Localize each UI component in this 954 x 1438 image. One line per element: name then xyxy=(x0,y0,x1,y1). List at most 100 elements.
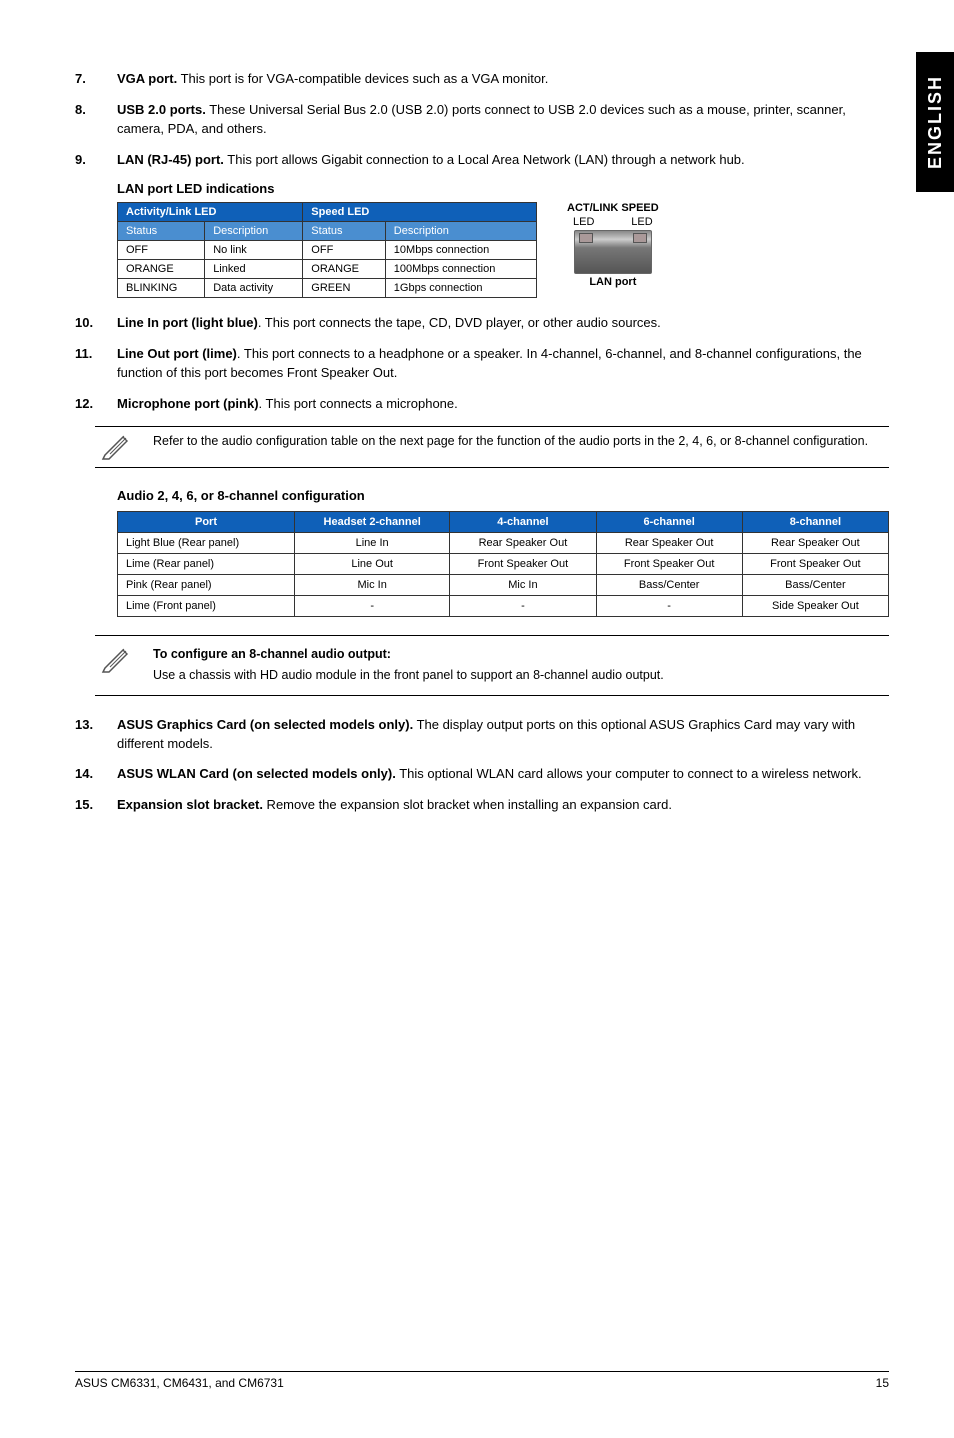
cell: Front Speaker Out xyxy=(742,553,888,574)
item-body: LAN (RJ-45) port. This port allows Gigab… xyxy=(117,151,889,170)
table-row: Activity/Link LEDSpeed LED xyxy=(118,203,537,222)
cell: ORANGE xyxy=(303,260,386,279)
item-text: This port allows Gigabit connection to a… xyxy=(224,152,745,167)
cell: Lime (Rear panel) xyxy=(118,553,295,574)
note-text: To configure an 8-channel audio output: … xyxy=(153,646,664,685)
led-header-activity: Activity/Link LED xyxy=(118,203,303,222)
cell: Bass/Center xyxy=(742,574,888,595)
footer-left: ASUS CM6331, CM6431, and CM6731 xyxy=(75,1376,284,1390)
cell: OFF xyxy=(118,241,205,260)
page-number: 15 xyxy=(876,1376,889,1390)
item-body: Microphone port (pink). This port connec… xyxy=(117,395,889,414)
item-body: ASUS WLAN Card (on selected models only)… xyxy=(117,765,889,784)
table-row: BLINKINGData activityGREEN1Gbps connecti… xyxy=(118,279,537,298)
item-body: Line In port (light blue). This port con… xyxy=(117,314,889,333)
table-row: StatusDescriptionStatusDescription xyxy=(118,222,537,241)
item-number: 14. xyxy=(75,765,117,784)
table-row: Lime (Front panel)---Side Speaker Out xyxy=(118,595,889,616)
item-text: These Universal Serial Bus 2.0 (USB 2.0)… xyxy=(117,102,846,136)
cell: - xyxy=(596,595,742,616)
cell: Data activity xyxy=(205,279,303,298)
cell: 10Mbps connection xyxy=(385,241,536,260)
led-subheader: Description xyxy=(385,222,536,241)
led-subheader: Status xyxy=(118,222,205,241)
cell: Front Speaker Out xyxy=(596,553,742,574)
led-subheader: Status xyxy=(303,222,386,241)
audio-title: Audio 2, 4, 6, or 8-channel configuratio… xyxy=(117,488,889,503)
audio-table: PortHeadset 2-channel4-channel6-channel8… xyxy=(117,511,889,617)
item-lead: Line In port (light blue) xyxy=(117,315,258,330)
note-box: Refer to the audio configuration table o… xyxy=(95,426,889,468)
list-item: 11.Line Out port (lime). This port conne… xyxy=(75,345,889,383)
list-item: 13.ASUS Graphics Card (on selected model… xyxy=(75,716,889,754)
item-text: . This port connects the tape, CD, DVD p… xyxy=(258,315,661,330)
list-item: 7.VGA port. This port is for VGA-compati… xyxy=(75,70,889,89)
header: Headset 2-channel xyxy=(294,511,449,532)
led-title: LAN port LED indications xyxy=(117,181,889,196)
diagram-led-labels: LEDLED xyxy=(567,216,659,228)
led-table: Activity/Link LEDSpeed LED StatusDescrip… xyxy=(117,202,537,298)
item-number: 12. xyxy=(75,395,117,414)
cell: Light Blue (Rear panel) xyxy=(118,532,295,553)
table-row: Light Blue (Rear panel)Line InRear Speak… xyxy=(118,532,889,553)
item-body: Line Out port (lime). This port connects… xyxy=(117,345,889,383)
item-number: 15. xyxy=(75,796,117,815)
list-item: 10.Line In port (light blue). This port … xyxy=(75,314,889,333)
note-box: To configure an 8-channel audio output: … xyxy=(95,635,889,696)
cell: Mic In xyxy=(450,574,596,595)
item-body: ASUS Graphics Card (on selected models o… xyxy=(117,716,889,754)
list-item: 12.Microphone port (pink). This port con… xyxy=(75,395,889,414)
item-lead: Expansion slot bracket. xyxy=(117,797,263,812)
cell: Rear Speaker Out xyxy=(596,532,742,553)
cell: Pink (Rear panel) xyxy=(118,574,295,595)
cell: Rear Speaker Out xyxy=(742,532,888,553)
audio-block: Audio 2, 4, 6, or 8-channel configuratio… xyxy=(117,488,889,617)
language-tab-text: ENGLISH xyxy=(925,75,946,169)
cell: Mic In xyxy=(294,574,449,595)
item-lead: USB 2.0 ports. xyxy=(117,102,206,117)
item-body: Expansion slot bracket. Remove the expan… xyxy=(117,796,889,815)
cell: - xyxy=(450,595,596,616)
feature-list: 7.VGA port. This port is for VGA-compati… xyxy=(75,70,889,169)
item-number: 7. xyxy=(75,70,117,89)
note-text: Refer to the audio configuration table o… xyxy=(153,433,868,451)
feature-list: 13.ASUS Graphics Card (on selected model… xyxy=(75,716,889,815)
item-text: . This port connects a microphone. xyxy=(259,396,458,411)
item-number: 9. xyxy=(75,151,117,170)
item-lead: VGA port. xyxy=(117,71,177,86)
item-body: USB 2.0 ports. These Universal Serial Bu… xyxy=(117,101,889,139)
item-number: 13. xyxy=(75,716,117,754)
cell: 100Mbps connection xyxy=(385,260,536,279)
item-body: VGA port. This port is for VGA-compatibl… xyxy=(117,70,889,89)
diagram-top: ACT/LINK SPEED xyxy=(567,202,659,214)
item-lead: ASUS WLAN Card (on selected models only)… xyxy=(117,766,396,781)
cell: 1Gbps connection xyxy=(385,279,536,298)
item-text: This optional WLAN card allows your comp… xyxy=(396,766,862,781)
led-block: LAN port LED indications Activity/Link L… xyxy=(117,181,889,298)
item-lead: Microphone port (pink) xyxy=(117,396,259,411)
item-lead: ASUS Graphics Card (on selected models o… xyxy=(117,717,413,732)
item-text: Remove the expansion slot bracket when i… xyxy=(263,797,672,812)
header: 6-channel xyxy=(596,511,742,532)
diagram-label: LAN port xyxy=(567,276,659,288)
list-item: 9.LAN (RJ-45) port. This port allows Gig… xyxy=(75,151,889,170)
item-number: 10. xyxy=(75,314,117,333)
table-row: OFFNo linkOFF10Mbps connection xyxy=(118,241,537,260)
header: 8-channel xyxy=(742,511,888,532)
cell: No link xyxy=(205,241,303,260)
pencil-icon xyxy=(101,433,133,461)
item-lead: LAN (RJ-45) port. xyxy=(117,152,224,167)
cell: Linked xyxy=(205,260,303,279)
feature-list: 10.Line In port (light blue). This port … xyxy=(75,314,889,413)
table-row: PortHeadset 2-channel4-channel6-channel8… xyxy=(118,511,889,532)
cell: Rear Speaker Out xyxy=(450,532,596,553)
lan-port-icon xyxy=(574,230,652,274)
cell: Bass/Center xyxy=(596,574,742,595)
table-row: ORANGELinkedORANGE100Mbps connection xyxy=(118,260,537,279)
language-tab: ENGLISH xyxy=(916,52,954,192)
cell: Line In xyxy=(294,532,449,553)
cell: Line Out xyxy=(294,553,449,574)
pencil-icon xyxy=(101,646,133,674)
page-footer: ASUS CM6331, CM6431, and CM6731 15 xyxy=(75,1371,889,1390)
item-number: 11. xyxy=(75,345,117,383)
